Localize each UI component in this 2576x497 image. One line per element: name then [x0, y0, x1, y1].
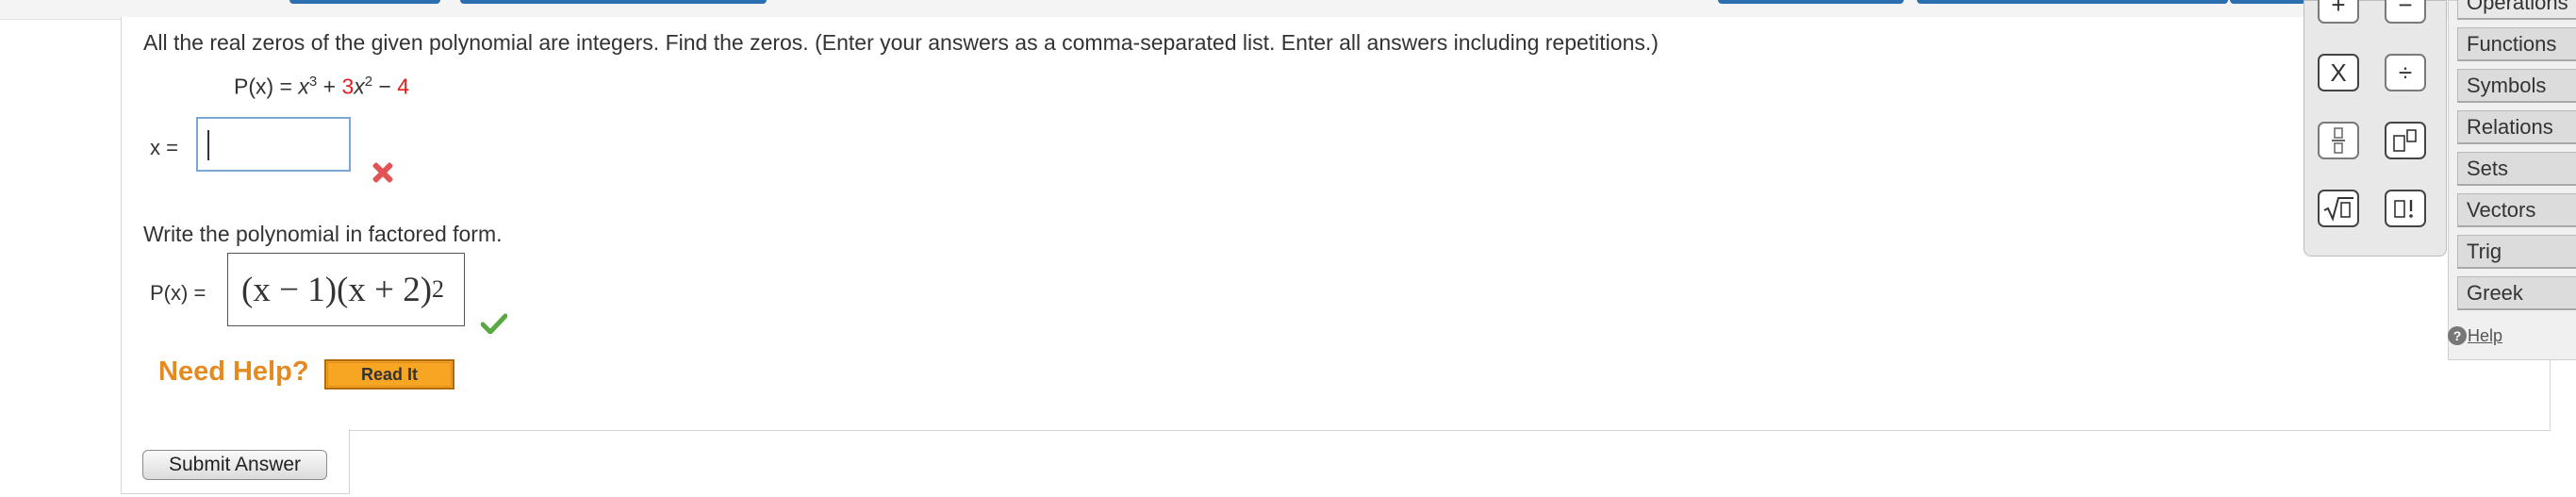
poly-var: x: [354, 74, 365, 99]
sqrt-button[interactable]: [2318, 190, 2359, 227]
factorial-button[interactable]: [2385, 190, 2426, 227]
poly-exp: 3: [308, 74, 318, 90]
factored-exp: 2: [432, 275, 445, 303]
help-link[interactable]: Help: [2468, 326, 2502, 346]
zeros-label: x =: [150, 136, 178, 159]
superscript-icon: [2393, 129, 2417, 152]
plus-button[interactable]: +: [2318, 0, 2359, 24]
top-accent: [2230, 0, 2305, 4]
question-text: All the real zeros of the given polynomi…: [143, 30, 1659, 55]
factored-label: P(x) =: [150, 281, 206, 305]
tab-relations[interactable]: Relations: [2457, 110, 2576, 144]
read-it-button[interactable]: Read It: [324, 359, 454, 389]
top-accent: [460, 0, 767, 4]
poly-op: +: [322, 74, 337, 99]
incorrect-icon: [370, 160, 394, 185]
top-accent: [1718, 0, 1904, 4]
top-accent: [1917, 0, 2228, 4]
help-icon[interactable]: ?: [2448, 326, 2467, 345]
factored-prompt: Write the polynomial in factored form.: [143, 222, 503, 246]
tab-sets[interactable]: Sets: [2457, 152, 2576, 186]
correct-check-icon: [481, 313, 507, 334]
poly-var: x: [298, 74, 309, 99]
palette-tabs: Operations Functions Symbols Relations S…: [2448, 0, 2576, 360]
factored-answer: (x − 1)(x + 2): [241, 270, 433, 309]
superscript-button[interactable]: [2385, 122, 2426, 159]
fraction-button[interactable]: [2318, 122, 2359, 159]
math-palette: + − X ÷: [2304, 0, 2447, 257]
poly-label: P(x) =: [234, 74, 292, 99]
need-help-label: Need Help?: [158, 356, 309, 387]
poly-op: −: [378, 74, 391, 99]
tab-greek[interactable]: Greek: [2457, 276, 2576, 310]
divide-button[interactable]: ÷: [2385, 54, 2426, 91]
poly-coef: 3: [341, 74, 355, 99]
sqrt-icon: [2323, 197, 2353, 222]
poly-const: 4: [397, 74, 410, 99]
tab-symbols[interactable]: Symbols: [2457, 69, 2576, 103]
factored-answer-box[interactable]: (x − 1)(x + 2) 2: [227, 253, 465, 326]
text-caret: [207, 130, 209, 160]
submit-answer-button[interactable]: Submit Answer: [142, 450, 327, 480]
poly-exp: 2: [364, 74, 373, 90]
multiply-button[interactable]: X: [2318, 54, 2359, 91]
fraction-icon: [2332, 127, 2345, 154]
polynomial: P(x) = x3 + 3x2 − 4: [234, 74, 409, 100]
tab-functions[interactable]: Functions: [2457, 27, 2576, 61]
minus-button[interactable]: −: [2385, 0, 2426, 24]
zeros-input[interactable]: [196, 117, 351, 172]
tab-operations[interactable]: Operations: [2457, 0, 2576, 20]
tab-trig[interactable]: Trig: [2457, 235, 2576, 269]
top-accent: [289, 0, 440, 4]
tab-vectors[interactable]: Vectors: [2457, 193, 2576, 227]
factorial-icon: [2394, 200, 2413, 218]
